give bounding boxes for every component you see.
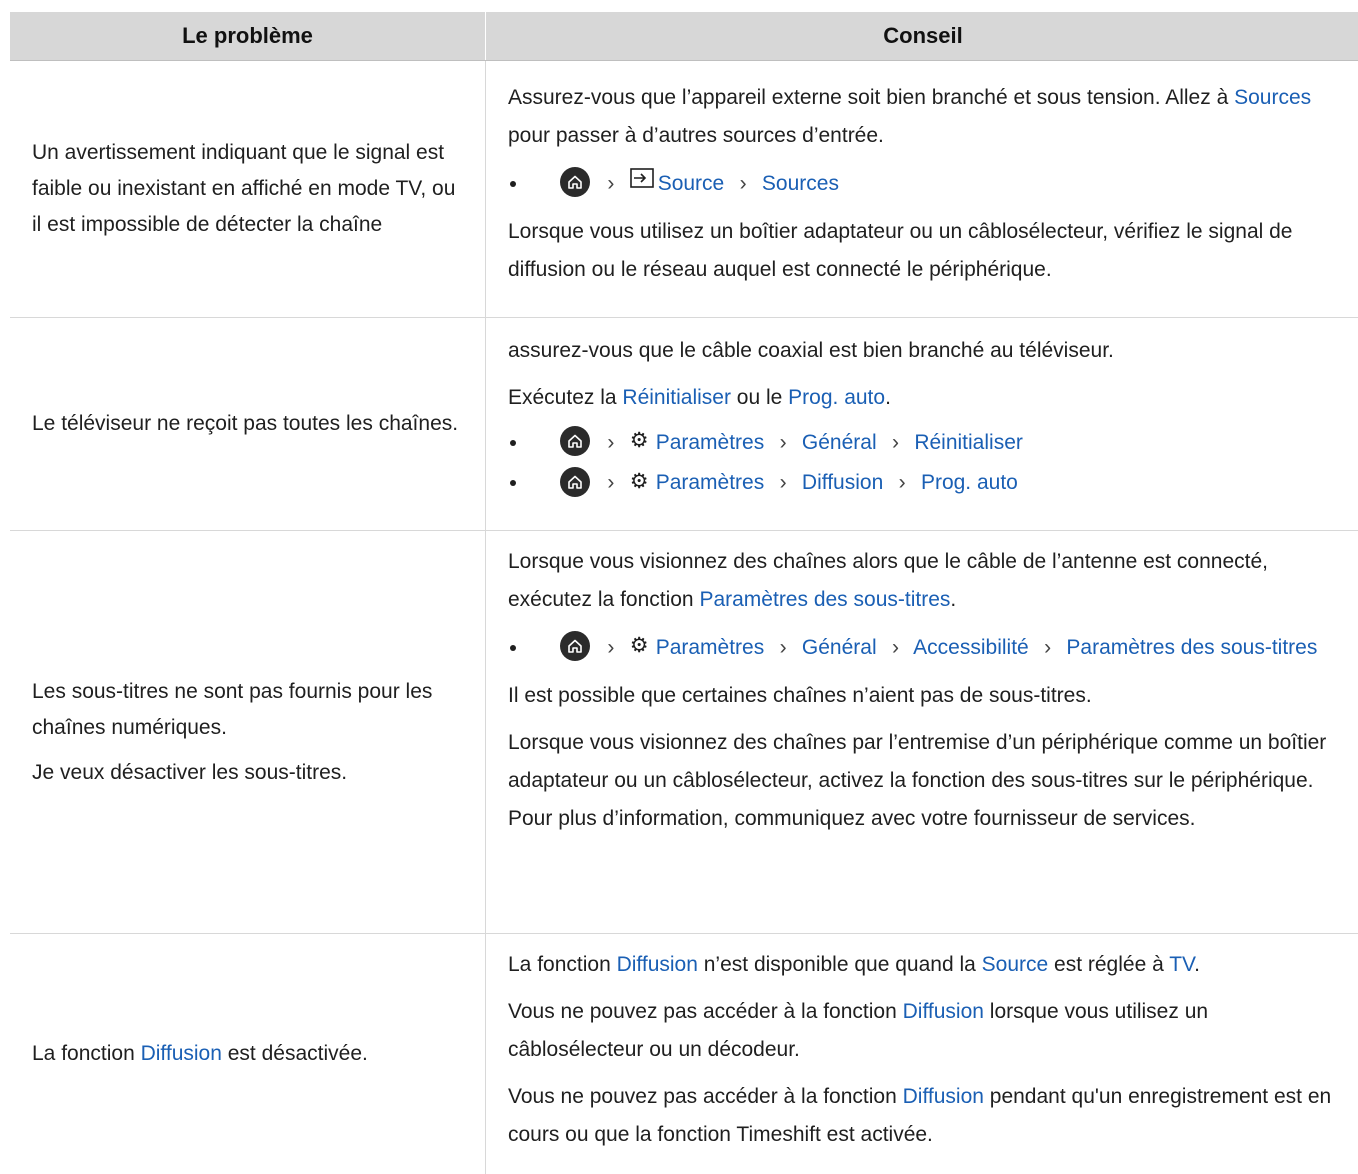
text: . <box>950 588 957 611</box>
gear-icon: ⚙ <box>629 429 649 453</box>
text: . <box>1194 953 1200 976</box>
text: est désactivée. <box>221 1042 368 1065</box>
chevron-right-icon: › <box>779 636 787 659</box>
path-general[interactable]: Général <box>802 431 877 454</box>
text: . <box>885 386 891 409</box>
text: Exécutez la <box>508 386 623 409</box>
advice-cell: Lorsque vous visionnez des chaînes alors… <box>486 531 1358 933</box>
chevron-right-icon: › <box>607 431 615 454</box>
chevron-right-icon: › <box>891 636 899 659</box>
table-row: La fonction Diffusion est désactivée. La… <box>10 934 1358 1174</box>
problem-cell: Un avertissement indiquant que le signal… <box>10 61 486 317</box>
advice-paragraph: Vous ne pouvez pas accéder à la fonction… <box>508 1078 1338 1154</box>
text: Vous ne pouvez pas accéder à la fonction <box>508 1085 903 1108</box>
table-row: Les sous-titres ne sont pas fournis pour… <box>10 531 1358 934</box>
problem-cell: Le téléviseur ne reçoit pas toutes les c… <box>10 318 486 530</box>
text: n’est disponible que quand la <box>697 953 982 976</box>
menu-path: › Source › Sources <box>508 164 1338 204</box>
table-row: Un avertissement indiquant que le signal… <box>10 61 1358 318</box>
text: pour passer à d’autres sources d’entrée. <box>508 124 884 147</box>
home-icon[interactable] <box>560 426 590 457</box>
path-settings[interactable]: Paramètres <box>656 431 765 454</box>
header-problem: Le problème <box>10 12 486 60</box>
chevron-right-icon: › <box>891 431 899 454</box>
table-header: Le problème Conseil <box>10 12 1358 61</box>
menu-path: › ⚙ Paramètres › Général › Accessibilité … <box>508 628 1338 668</box>
problem-text: Les sous-titres ne sont pas fournis pour… <box>32 679 433 739</box>
link-broadcast[interactable]: Diffusion <box>903 1085 984 1108</box>
home-icon[interactable] <box>560 167 590 198</box>
text: Vous ne pouvez pas accéder à la fonction <box>508 1000 903 1023</box>
path-reset[interactable]: Réinitialiser <box>914 431 1023 454</box>
advice-cell: assurez-vous que le câble coaxial est bi… <box>486 318 1358 530</box>
advice-paragraph: Lorsque vous utilisez un boîtier adaptat… <box>508 220 1293 282</box>
link-subtitle-settings[interactable]: Paramètres des sous-titres <box>699 588 950 611</box>
home-icon[interactable] <box>560 631 590 662</box>
advice-paragraph: Lorsque vous visionnez des chaînes par l… <box>508 731 1327 831</box>
path-accessibility[interactable]: Accessibilité <box>913 636 1029 659</box>
chevron-right-icon: › <box>607 636 615 659</box>
advice-paragraph: Lorsque vous visionnez des chaînes alors… <box>508 543 1338 619</box>
link-broadcast[interactable]: Diffusion <box>141 1042 222 1065</box>
menu-path: › ⚙ Paramètres › Diffusion › Prog. auto <box>508 463 1338 503</box>
path-settings[interactable]: Paramètres <box>656 471 765 494</box>
path-general[interactable]: Général <box>802 636 877 659</box>
link-reset[interactable]: Réinitialiser <box>622 386 731 409</box>
path-auto-program[interactable]: Prog. auto <box>921 471 1018 494</box>
text: Assurez-vous que l’appareil externe soit… <box>508 86 1235 109</box>
problem-cell: Les sous-titres ne sont pas fournis pour… <box>10 531 486 933</box>
path-sources[interactable]: Sources <box>762 172 839 195</box>
chevron-right-icon: › <box>739 172 747 195</box>
home-icon[interactable] <box>560 466 590 497</box>
source-input-icon <box>629 162 654 202</box>
link-auto-program[interactable]: Prog. auto <box>788 386 885 409</box>
problem-cell: La fonction Diffusion est désactivée. <box>10 934 486 1174</box>
problem-text: Je veux désactiver les sous-titres. <box>32 760 348 784</box>
text: est réglée à <box>1048 953 1170 976</box>
advice-paragraph: Vous ne pouvez pas accéder à la fonction… <box>508 993 1338 1069</box>
problem-text: Un avertissement indiquant que le signal… <box>32 141 456 236</box>
chevron-right-icon: › <box>898 471 906 495</box>
link-source[interactable]: Source <box>982 953 1049 976</box>
path-broadcast[interactable]: Diffusion <box>802 471 883 494</box>
path-subtitle-settings[interactable]: Paramètres des sous-titres <box>1066 636 1317 659</box>
path-source[interactable]: Source <box>658 172 725 195</box>
advice-paragraph: Exécutez la Réinitialiser ou le Prog. au… <box>508 379 1338 417</box>
chevron-right-icon: › <box>1044 636 1052 659</box>
text: La fonction <box>508 953 617 976</box>
menu-path: › ⚙ Paramètres › Général › Réinitialiser <box>508 423 1338 463</box>
chevron-right-icon: › <box>779 431 787 454</box>
table-row: Le téléviseur ne reçoit pas toutes les c… <box>10 318 1358 531</box>
troubleshooting-table: Le problème Conseil Un avertissement ind… <box>10 12 1358 1174</box>
link-broadcast[interactable]: Diffusion <box>617 953 698 976</box>
gear-icon: ⚙ <box>629 634 649 658</box>
path-settings[interactable]: Paramètres <box>656 636 765 659</box>
advice-paragraph: Il est possible que certaines chaînes n’… <box>508 684 1092 708</box>
header-advice: Conseil <box>883 23 963 48</box>
advice-paragraph: La fonction Diffusion n’est disponible q… <box>508 946 1338 984</box>
text: La fonction <box>32 1042 141 1065</box>
chevron-right-icon: › <box>779 471 787 495</box>
link-broadcast[interactable]: Diffusion <box>903 1000 984 1023</box>
advice-paragraph: Assurez-vous que l’appareil externe soit… <box>508 79 1338 155</box>
link-sources[interactable]: Sources <box>1234 86 1311 109</box>
problem-text: La fonction Diffusion est désactivée. <box>32 1036 463 1072</box>
link-tv[interactable]: TV <box>1169 953 1194 976</box>
advice-cell: Assurez-vous que l’appareil externe soit… <box>486 61 1358 317</box>
chevron-right-icon: › <box>607 172 615 195</box>
advice-paragraph: assurez-vous que le câble coaxial est bi… <box>508 339 1114 362</box>
advice-cell: La fonction Diffusion n’est disponible q… <box>486 934 1358 1174</box>
chevron-right-icon: › <box>607 471 615 495</box>
gear-icon: ⚙ <box>629 469 649 493</box>
text: ou le <box>730 386 789 409</box>
problem-text: Le téléviseur ne reçoit pas toutes les c… <box>32 412 459 435</box>
